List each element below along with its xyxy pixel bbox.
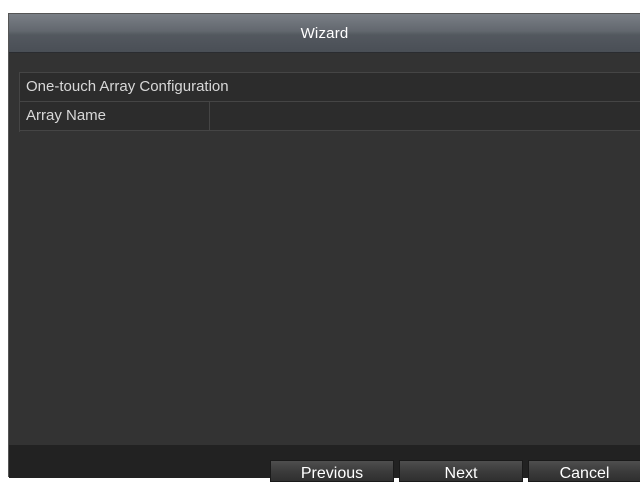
- next-button[interactable]: Next: [399, 460, 523, 482]
- array-name-label: Array Name: [26, 107, 107, 124]
- array-name-label-cell: Array Name: [20, 102, 210, 130]
- array-name-row: Array Name: [20, 102, 640, 131]
- cancel-button[interactable]: Cancel: [528, 460, 640, 482]
- config-header-row: One-touch Array Configuration: [20, 73, 640, 102]
- array-name-input[interactable]: [211, 102, 640, 130]
- array-config-panel: One-touch Array Configuration Array Name: [19, 72, 640, 132]
- title-bar: Wizard: [9, 14, 640, 53]
- one-touch-config-label: One-touch Array Configuration: [26, 78, 229, 95]
- wizard-dialog: Wizard One-touch Array Configuration Arr…: [8, 13, 640, 482]
- previous-button[interactable]: Previous: [270, 460, 394, 482]
- dialog-title: Wizard: [300, 25, 349, 42]
- button-bar: Previous Next Cancel: [9, 445, 640, 482]
